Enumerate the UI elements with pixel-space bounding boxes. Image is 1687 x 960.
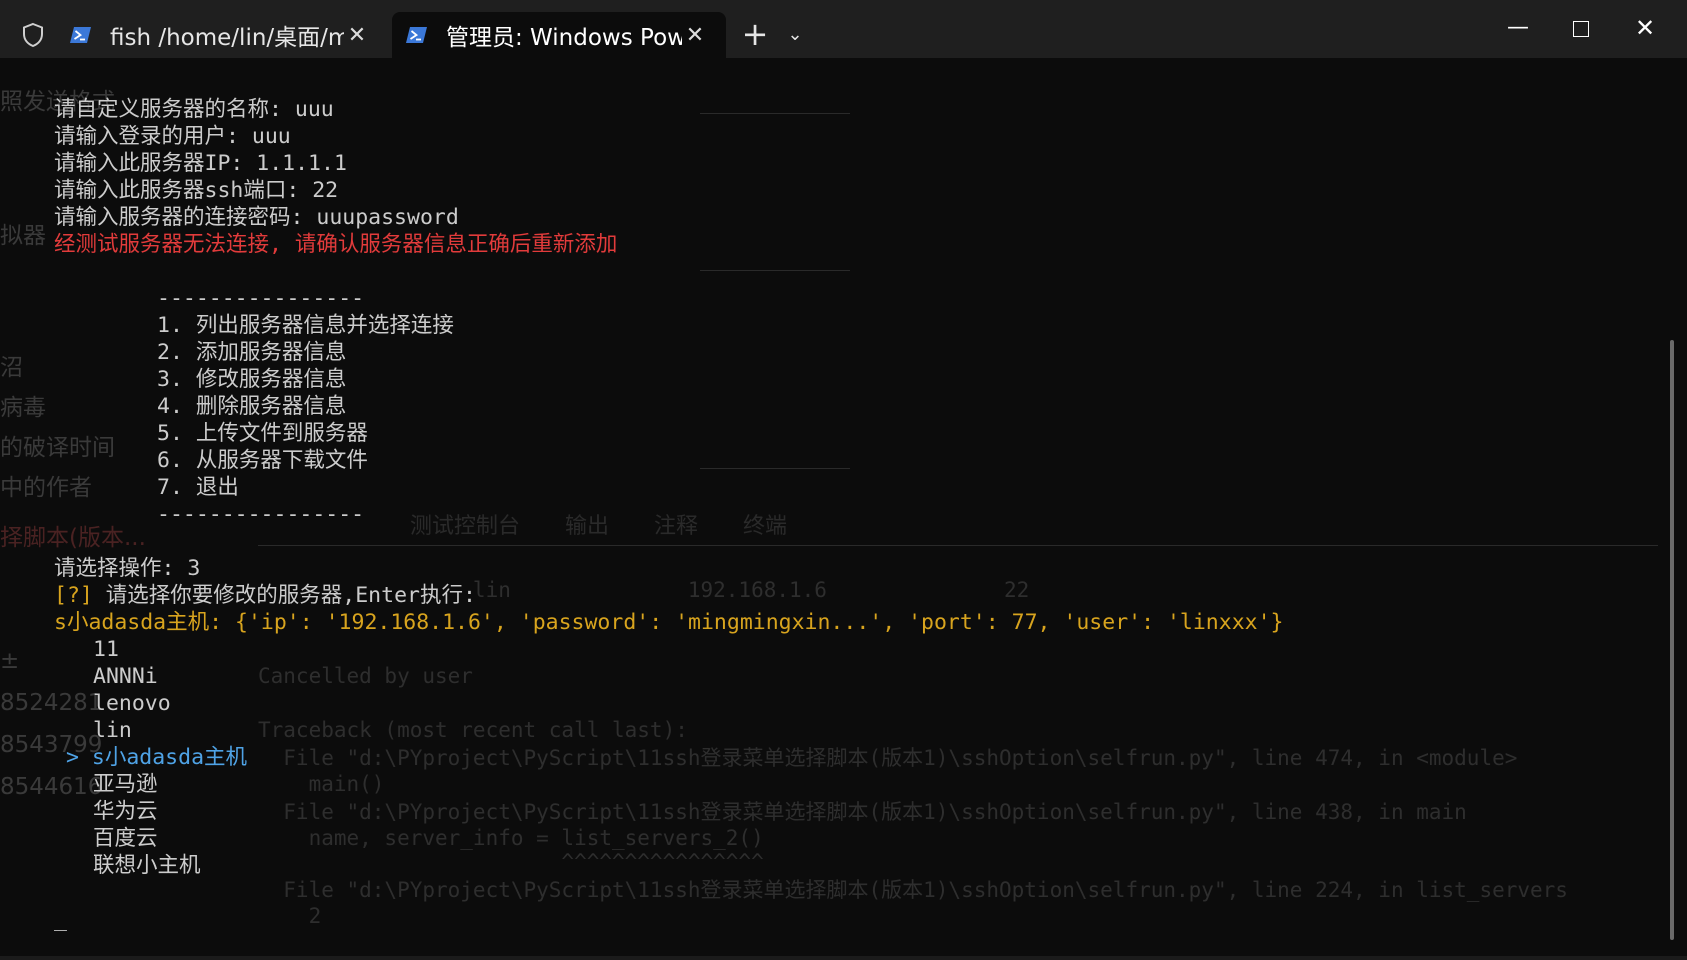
- prompt-server-name: 请自定义服务器的名称: uuu: [54, 97, 334, 122]
- menu-item: 4. 删除服务器信息: [157, 394, 347, 419]
- ghost-fragment: ±: [0, 648, 20, 674]
- terminal-output[interactable]: 请自定义服务器的名称: uuu 请输入登录的用户: uuu 请输入此服务器IP:…: [54, 96, 1654, 933]
- server-option[interactable]: 百度云: [54, 825, 1654, 852]
- menu-item: 2. 添加服务器信息: [157, 340, 347, 365]
- selected-server-detail: s小adasda主机: {'ip': '192.168.1.6', 'passw…: [54, 610, 1284, 635]
- ghost-fragment: 沼: [0, 355, 23, 381]
- server-option[interactable]: 联想小主机: [54, 852, 1654, 879]
- shield-icon: [23, 22, 43, 48]
- prompt-login-user: 请输入登录的用户: uuu: [54, 124, 291, 149]
- tab-fish[interactable]: fish /home/lin/桌面/m ✕: [56, 12, 388, 58]
- maximize-button[interactable]: [1550, 8, 1612, 48]
- menu-item: 7. 退出: [157, 475, 239, 500]
- prompt-password: 请输入服务器的连接密码: uuupassword: [54, 205, 459, 230]
- ghost-fragment: 病毒: [0, 395, 46, 421]
- choose-operation: 请选择操作: 3: [54, 556, 201, 581]
- question-text: 请选择你要修改的服务器,Enter执行:: [92, 583, 476, 608]
- menu-divider-top: ----------------: [157, 286, 365, 311]
- server-option-selected[interactable]: > s小adasda主机: [54, 744, 1654, 771]
- menu-divider-bottom: ----------------: [157, 502, 365, 527]
- prompt-server-ip: 请输入此服务器IP: 1.1.1.1: [54, 151, 347, 176]
- selection-pointer: >: [66, 745, 79, 770]
- new-tab-button[interactable]: +: [738, 14, 772, 54]
- connection-error: 经测试服务器无法连接, 请确认服务器信息正确后重新添加: [54, 232, 618, 257]
- chevron-down-icon[interactable]: ⌄: [780, 14, 810, 54]
- prompt-ssh-port: 请输入此服务器ssh端口: 22: [54, 178, 339, 203]
- close-window-button[interactable]: ✕: [1614, 8, 1676, 48]
- server-option[interactable]: lin: [54, 717, 1654, 744]
- tab-title: fish /home/lin/桌面/m: [110, 25, 344, 51]
- selected-server-label: s小adasda主机: [91, 745, 248, 770]
- menu-item: 6. 从服务器下载文件: [157, 448, 368, 473]
- title-bar: fish /home/lin/桌面/m ✕ 管理员: Windows Pow ✕…: [0, 0, 1687, 58]
- menu-item: 5. 上传文件到服务器: [157, 421, 368, 446]
- server-option[interactable]: 亚马逊: [54, 771, 1654, 798]
- menu-item: 1. 列出服务器信息并选择连接: [157, 313, 454, 338]
- powershell-icon: [70, 27, 91, 43]
- close-tab-icon[interactable]: ✕: [344, 23, 370, 48]
- tab-admin-powershell[interactable]: 管理员: Windows Pow ✕: [392, 12, 726, 58]
- server-option[interactable]: 11: [54, 636, 1654, 663]
- close-tab-icon[interactable]: ✕: [682, 23, 708, 48]
- server-option[interactable]: lenovo: [54, 690, 1654, 717]
- menu-item: 3. 修改服务器信息: [157, 367, 347, 392]
- window-bottom-border: [0, 956, 1687, 960]
- ghost-fragment: 拟器: [0, 223, 46, 249]
- powershell-icon: [406, 27, 427, 43]
- tab-title: 管理员: Windows Pow: [446, 25, 682, 51]
- vertical-scrollbar[interactable]: [1670, 340, 1674, 940]
- select-server-question: [?] 请选择你要修改的服务器,Enter执行:: [54, 582, 1654, 609]
- minimize-button[interactable]: —: [1487, 8, 1549, 48]
- server-option[interactable]: 华为云: [54, 798, 1654, 825]
- server-option[interactable]: ANNNi: [54, 663, 1654, 690]
- text-cursor: _: [54, 907, 67, 932]
- maximize-icon: [1573, 20, 1589, 37]
- question-mark: [?]: [54, 583, 93, 608]
